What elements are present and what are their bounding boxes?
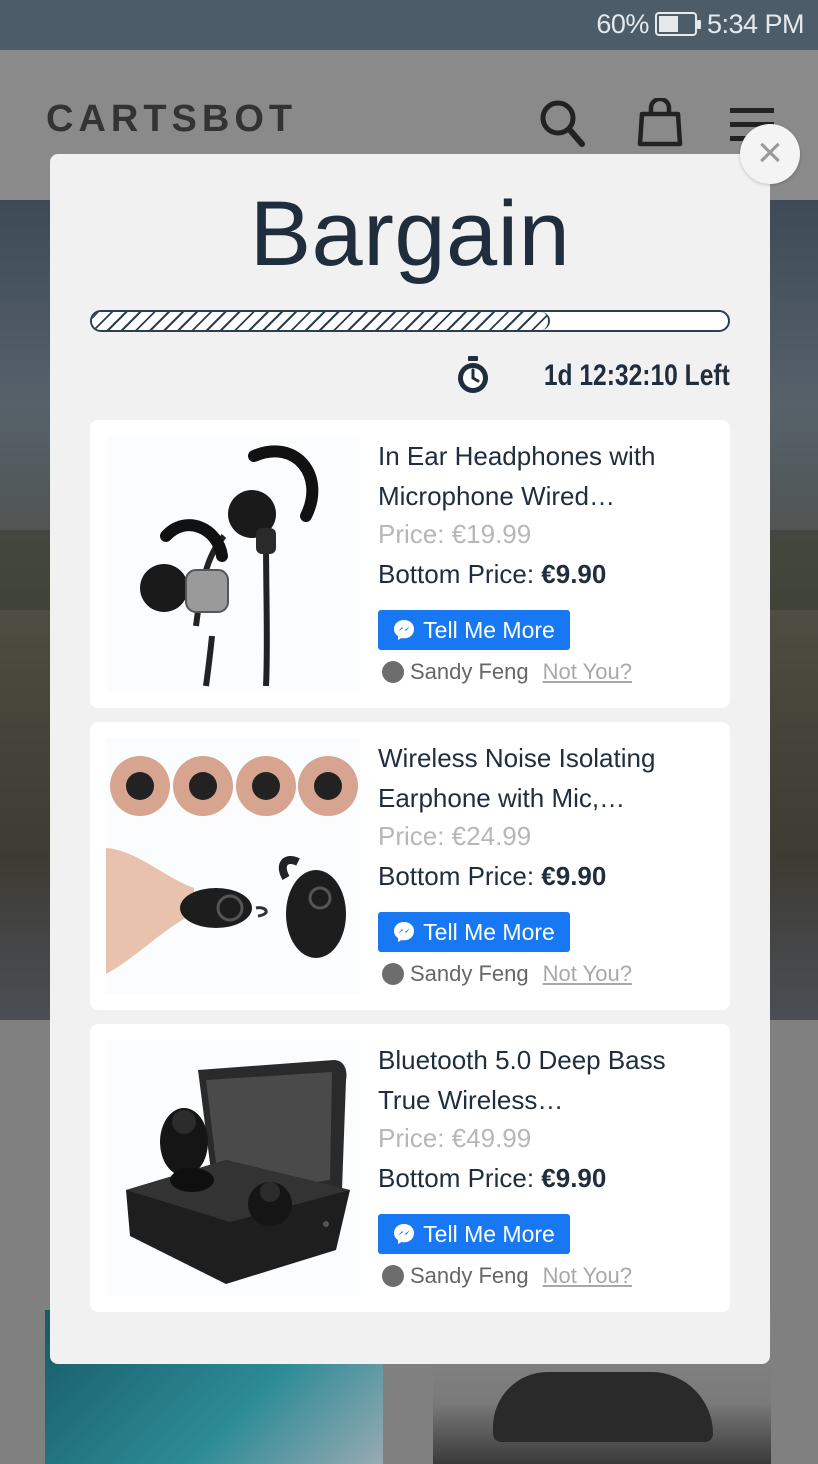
- bottom-price-label: Bottom Price:: [378, 861, 542, 891]
- user-name: Sandy Feng: [410, 1263, 529, 1288]
- messenger-icon: [394, 1224, 415, 1244]
- not-you-link[interactable]: Not You?: [543, 1263, 632, 1289]
- bottom-price-value: €9.90: [541, 559, 607, 589]
- stopwatch-icon: [458, 356, 489, 393]
- original-price: Price: €49.99: [378, 1123, 532, 1153]
- bottom-price-label: Bottom Price:: [378, 1163, 542, 1193]
- brand-logo[interactable]: CARTSBOT: [46, 98, 297, 141]
- close-icon[interactable]: ×: [740, 124, 800, 184]
- bottom-price: Bottom Price: €9.90: [378, 552, 718, 596]
- battery-icon: [654, 12, 701, 36]
- clock: 5:34 PM: [706, 8, 805, 39]
- bottom-price: Bottom Price: €9.90: [378, 854, 718, 898]
- bargain-modal: Bargain 1d 12:32:10 Left In Ear Headphon…: [50, 154, 770, 1364]
- product-title[interactable]: Bluetooth 5.0 Deep Bass True Wireless…: [378, 1040, 718, 1120]
- tell-me-more-button[interactable]: Tell Me More: [378, 912, 570, 952]
- bottom-price-value: €9.90: [541, 861, 607, 891]
- product-image[interactable]: [106, 436, 360, 692]
- battery-percent: 60%: [596, 8, 649, 39]
- product-image[interactable]: [106, 738, 360, 994]
- shopping-bag-icon[interactable]: [636, 98, 684, 148]
- product-title[interactable]: Wireless Noise Isolating Earphone with M…: [378, 738, 718, 818]
- product-card[interactable]: In Ear Headphones with Microphone Wired……: [90, 420, 730, 708]
- tell-me-more-label: Tell Me More: [423, 616, 555, 643]
- avatar: [382, 661, 404, 683]
- product-card[interactable]: Bluetooth 5.0 Deep Bass True Wireless… P…: [90, 1024, 730, 1312]
- product-title[interactable]: In Ear Headphones with Microphone Wired…: [378, 436, 718, 516]
- user-name: Sandy Feng: [410, 961, 529, 986]
- modal-title: Bargain: [249, 183, 571, 285]
- search-icon[interactable]: [538, 98, 586, 150]
- bottom-price-label: Bottom Price:: [378, 559, 542, 589]
- product-image[interactable]: [106, 1040, 360, 1296]
- tell-me-more-button[interactable]: Tell Me More: [378, 610, 570, 650]
- user-row: Sandy Feng Not You?: [378, 1260, 718, 1292]
- messenger-icon: [394, 922, 415, 942]
- product-card[interactable]: Wireless Noise Isolating Earphone with M…: [90, 722, 730, 1010]
- bottom-price: Bottom Price: €9.90: [378, 1156, 718, 1200]
- avatar: [382, 1265, 404, 1287]
- status-bar: 60% 5:34 PM: [0, 0, 818, 50]
- original-price: Price: €19.99: [378, 519, 532, 549]
- user-name: Sandy Feng: [410, 659, 529, 684]
- tell-me-more-label: Tell Me More: [423, 1220, 555, 1247]
- countdown-timer: 1d 12:32:10 Left: [455, 354, 730, 398]
- countdown-text: 1d 12:32:10 Left: [544, 359, 730, 392]
- not-you-link[interactable]: Not You?: [543, 659, 632, 685]
- original-price: Price: €24.99: [378, 821, 532, 851]
- user-row: Sandy Feng Not You?: [378, 656, 718, 688]
- messenger-icon: [394, 620, 415, 640]
- tell-me-more-button[interactable]: Tell Me More: [378, 1214, 570, 1254]
- bargain-progress-bar: [90, 310, 730, 332]
- not-you-link[interactable]: Not You?: [543, 961, 632, 987]
- progress-fill: [92, 312, 550, 330]
- user-row: Sandy Feng Not You?: [378, 958, 718, 990]
- bottom-price-value: €9.90: [541, 1163, 607, 1193]
- avatar: [382, 963, 404, 985]
- tell-me-more-label: Tell Me More: [423, 918, 555, 945]
